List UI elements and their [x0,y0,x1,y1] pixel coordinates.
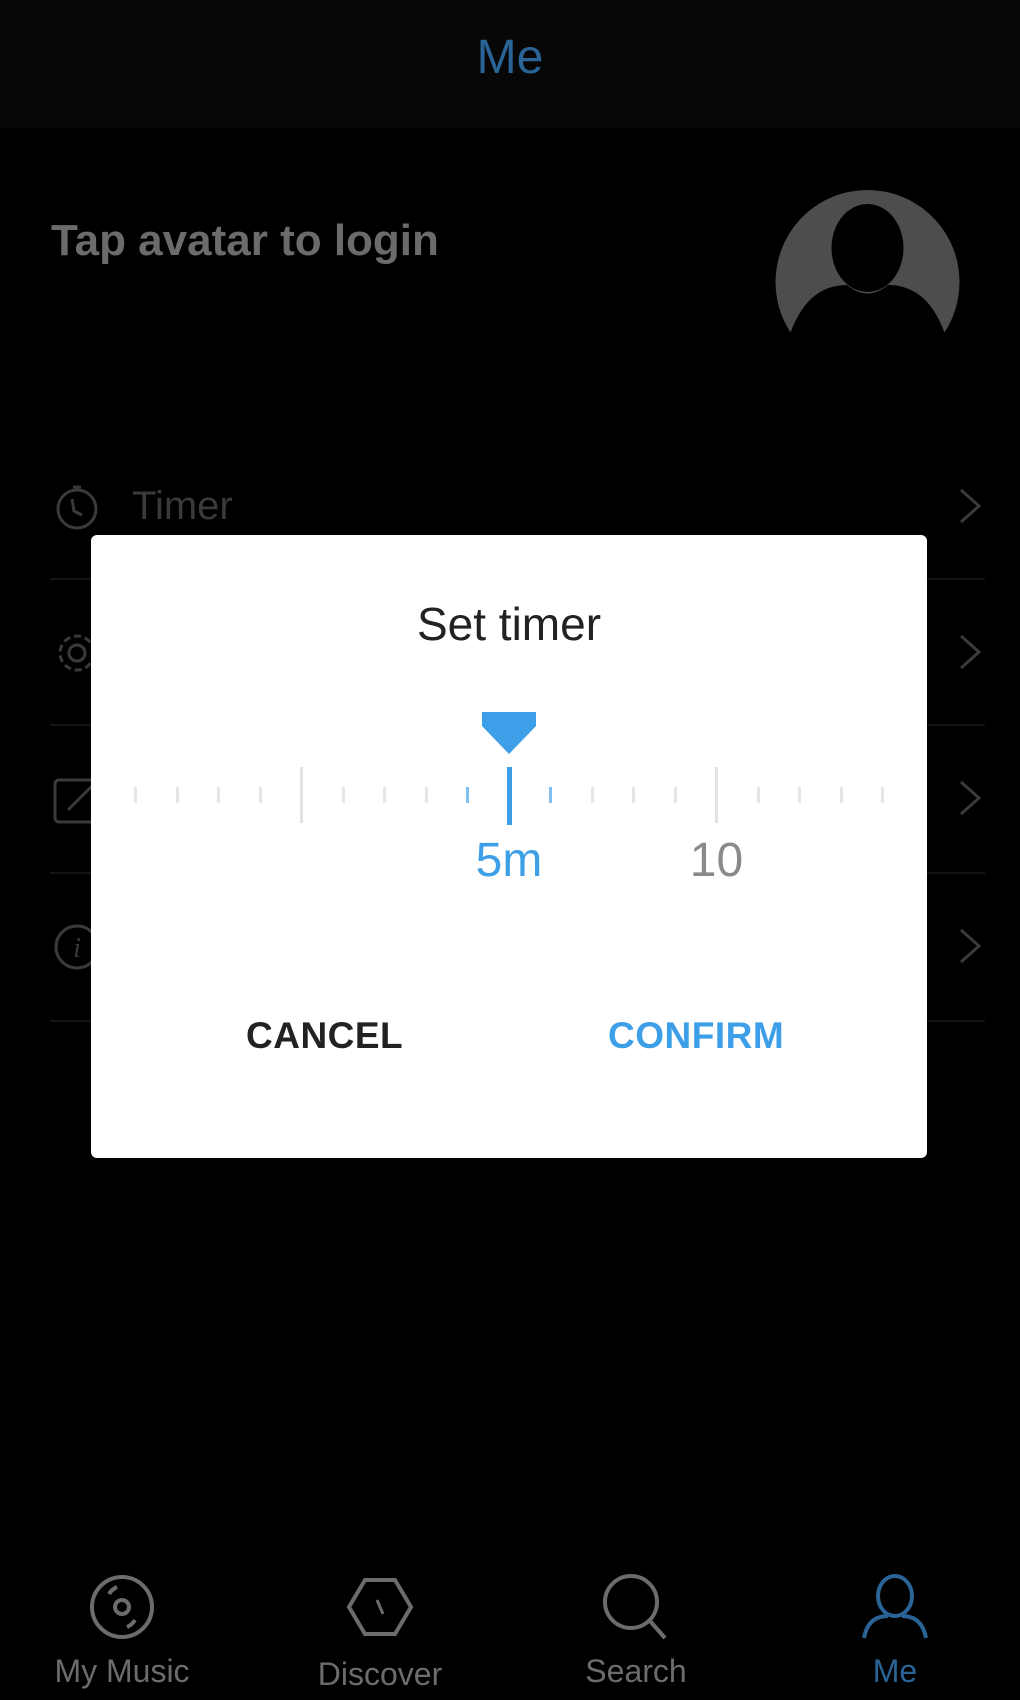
tab-label: My Music [54,1653,190,1689]
ruler-tick [134,787,137,803]
confirm-button[interactable]: CONFIRM [608,1015,784,1057]
login-prompt[interactable]: Tap avatar to login [51,216,439,266]
tab-my-music[interactable]: My Music [22,1560,222,1700]
ruler-tick [881,787,884,803]
ruler-tick [175,787,179,803]
ruler-tick [466,787,469,803]
tab-label: Search [585,1653,687,1689]
chevron-right-icon [960,928,982,964]
timer-ruler[interactable]: 5m 10 [91,535,927,1158]
tab-discover[interactable]: Discover [280,1560,480,1700]
ruler-tick [715,767,718,823]
ruler-tick [300,767,303,823]
person-icon [862,1574,928,1639]
svg-text:i: i [73,933,81,964]
tab-label: Discover [317,1656,443,1692]
chevron-right-icon [960,634,982,670]
ruler-tick [590,787,594,803]
ruler-pointer-icon [482,712,536,754]
hexagon-compass-icon [346,1578,414,1636]
top-bar: Me [0,0,1020,128]
chevron-right-icon [960,488,982,524]
bottom-tab-bar: My Music Discover Search Me [0,1560,1020,1700]
ruler-tick [506,767,512,825]
tab-label: Me [872,1653,918,1689]
ruler-tick [756,787,760,803]
ruler-tick [424,787,428,803]
ruler-tick [217,787,220,803]
ruler-tick [632,787,635,803]
tab-search[interactable]: Search [536,1560,736,1700]
ruler-tick [258,787,262,803]
disc-icon [90,1575,154,1639]
user-avatar-icon[interactable] [775,190,960,340]
ruler-tick [673,787,677,803]
ruler-tick [798,787,801,803]
menu-item-label: Timer [132,484,233,528]
ruler-value-label: 10 [689,834,744,887]
ruler-selected-label: 5m [475,834,543,887]
set-timer-dialog: Set timer 5m 10 CANCEL CONFIRM [91,535,927,1158]
stopwatch-icon [56,485,98,530]
ruler-tick [549,787,552,803]
ruler-tick [839,787,843,803]
cancel-button[interactable]: CANCEL [246,1015,403,1057]
ruler-tick [383,787,386,803]
page-title: Me [476,31,544,84]
search-icon [603,1574,667,1640]
ruler-tick [341,787,345,803]
tab-me[interactable]: Me [795,1560,995,1700]
chevron-right-icon [960,780,982,816]
